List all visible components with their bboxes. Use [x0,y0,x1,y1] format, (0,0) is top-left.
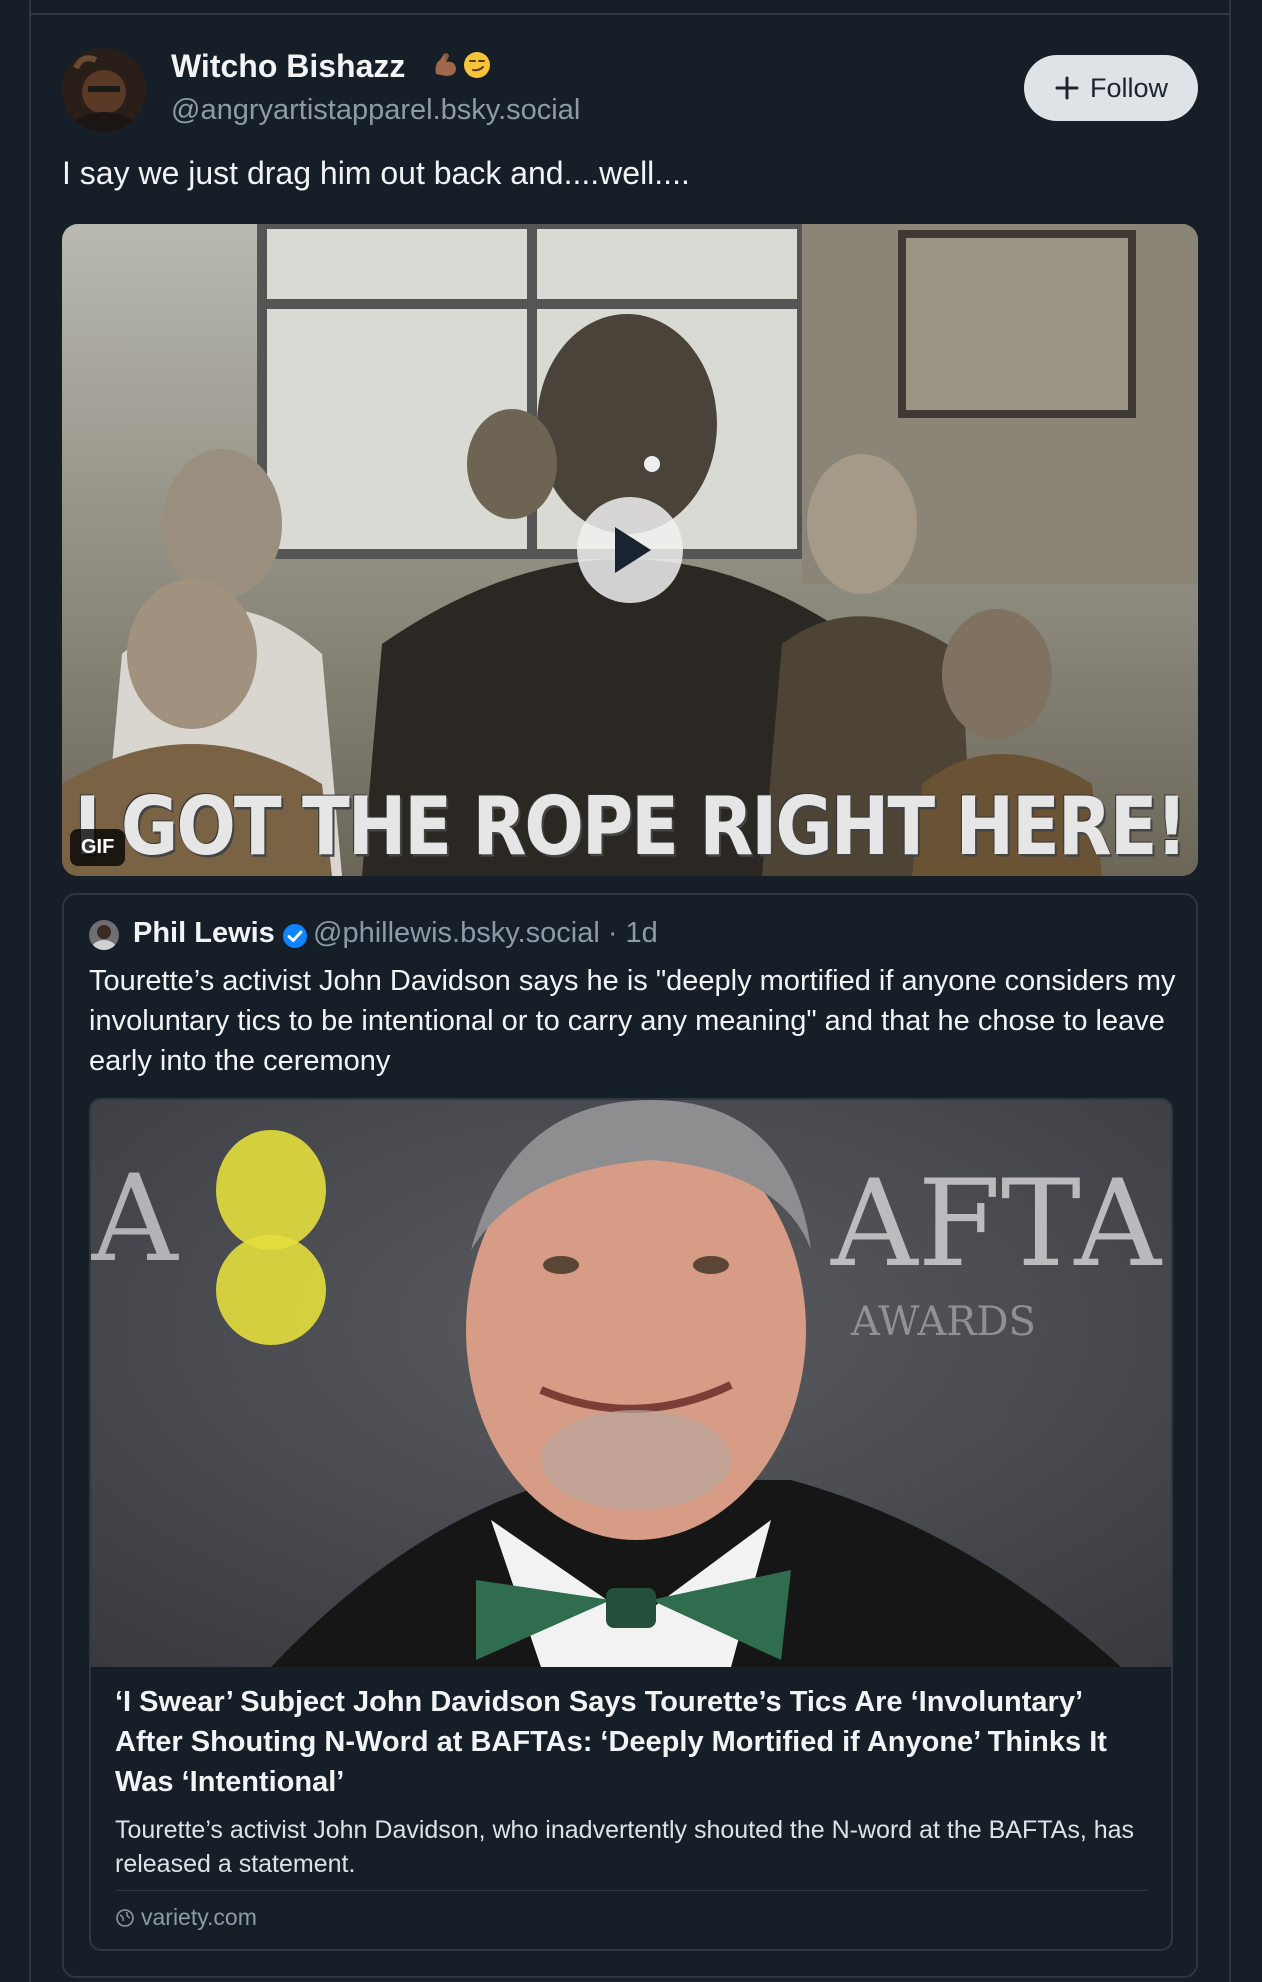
link-card[interactable]: A AFTA AWARDS ‘I Swear’ Subject John Dav… [89,1098,1173,1951]
backdrop-text: AFTA [830,1155,1162,1294]
plus-icon [1055,76,1079,100]
link-card-description: Tourette’s activist John Davidson, who i… [115,1816,1135,1878]
author-handle[interactable]: @angryartistapparel.bsky.social [171,94,580,127]
smirking-face-icon [464,52,490,78]
verified-check-icon [283,924,307,948]
backdrop-subtext: AWARDS [850,1299,1036,1345]
globe-icon [116,1908,134,1927]
quoted-post[interactable]: Phil Lewis @phillewis.bsky.social · 1d T… [62,893,1198,1978]
gif-embed[interactable]: I GOT THE ROPE RIGHT HERE! GIF [62,224,1198,876]
follow-button[interactable]: Follow [1024,55,1198,121]
link-card-title[interactable]: ‘I Swear’ Subject John Davidson Says Tou… [115,1682,1155,1802]
play-button[interactable] [577,497,683,603]
author-display-name[interactable]: Witcho Bishazz [171,48,405,85]
gif-caption: I GOT THE ROPE RIGHT HERE! [74,779,1187,874]
link-card-domain-row[interactable]: variety.com [115,1904,257,1931]
top-divider [29,13,1231,15]
quoted-author-handle-time[interactable]: @phillewis.bsky.social · 1d [313,917,658,950]
author-avatar[interactable] [62,48,146,132]
quoted-author-avatar[interactable] [89,920,119,950]
author-name-emojis [430,50,492,80]
play-icon [615,527,651,573]
link-card-divider [115,1890,1147,1891]
follow-label: Follow [1089,72,1169,103]
link-card-domain: variety.com [141,1904,257,1930]
svg-text:A: A [91,1150,179,1289]
link-card-image: A AFTA AWARDS [91,1100,1171,1667]
quoted-author-name[interactable]: Phil Lewis [133,917,275,950]
flexed-biceps-icon [435,53,456,76]
post-text: I say we just drag him out back and....w… [62,155,690,191]
gif-badge: GIF [70,829,126,866]
quoted-post-text: Tourette’s activist John Davidson says h… [89,965,1176,1077]
